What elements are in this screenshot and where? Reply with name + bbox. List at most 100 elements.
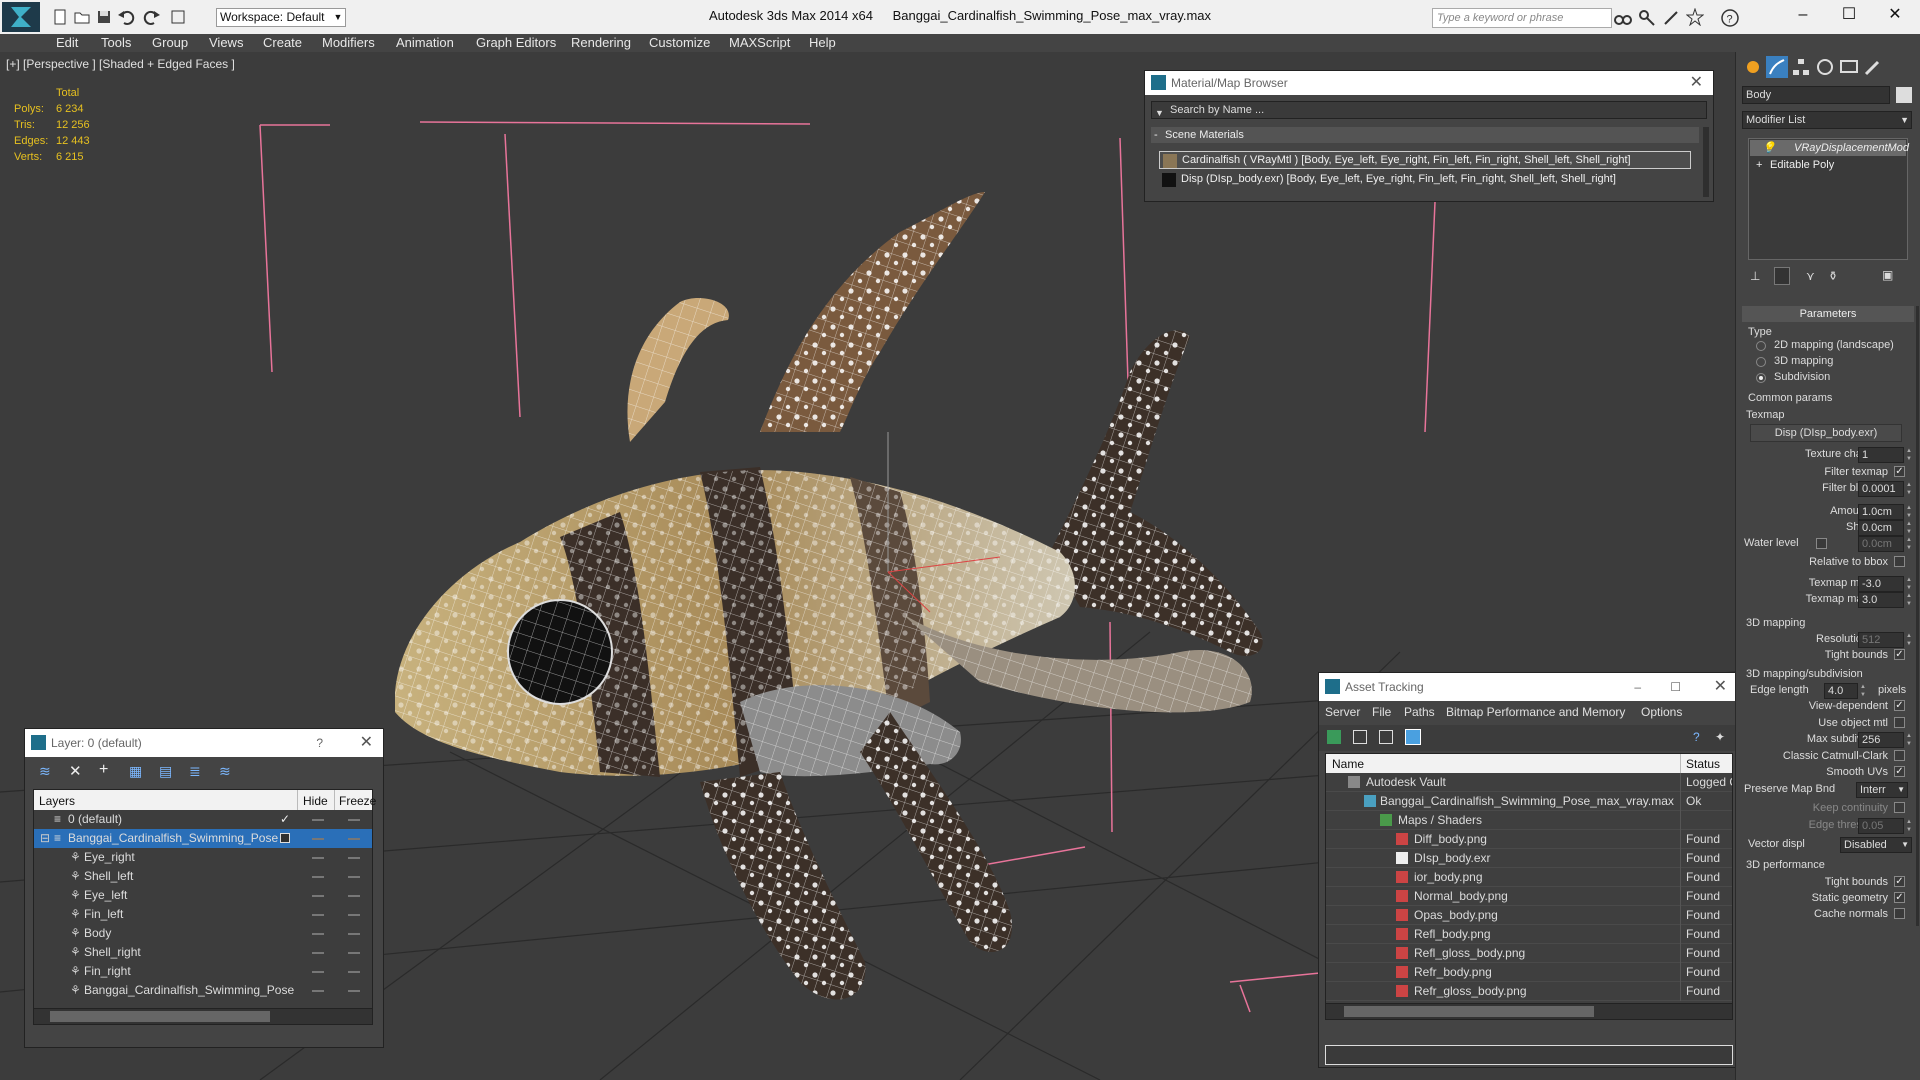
spinner-arrows-icon[interactable]: ▲ ▼ — [1906, 592, 1914, 608]
view-dependent-checkbox[interactable]: ✓ — [1894, 700, 1905, 711]
save-file-icon[interactable] — [94, 7, 114, 27]
scrollbar[interactable] — [1703, 127, 1709, 197]
table-row[interactable]: Maps / Shaders — [1326, 811, 1732, 830]
table-row[interactable]: DIsp_body.exr Found — [1326, 849, 1732, 868]
filter-blur-input[interactable]: 0.0001 — [1858, 481, 1904, 497]
scrollbar-thumb[interactable] — [50, 1011, 270, 1022]
menu-views[interactable]: Views — [209, 35, 243, 50]
stack-item-editable-poly[interactable]: + Editable Poly — [1750, 157, 1906, 173]
remove-modifier-icon[interactable]: ⚱ — [1828, 269, 1838, 283]
layer-row[interactable]: ⚘ Fin_right — [34, 962, 372, 981]
hide-toggle[interactable] — [312, 971, 324, 973]
spinner-arrows-icon[interactable]: ▲ ▼ — [1906, 520, 1914, 536]
table-row[interactable]: Autodesk Vault Logged O — [1326, 773, 1732, 792]
column-header-freeze[interactable]: Freeze — [334, 790, 376, 810]
menu-modifiers[interactable]: Modifiers — [322, 35, 375, 50]
table-view-icon[interactable] — [1405, 729, 1421, 745]
resolution-input[interactable]: 512 — [1858, 632, 1904, 648]
undo-icon[interactable] — [116, 7, 136, 27]
menu-animation[interactable]: Animation — [396, 35, 454, 50]
menu-bitmap-performance[interactable]: Bitmap Performance and Memory — [1446, 705, 1625, 719]
spinner-arrows-icon[interactable]: ▲ ▼ — [1906, 536, 1914, 552]
spinner-arrows-icon[interactable]: ▲ ▼ — [1906, 576, 1914, 592]
command-panel-scrollbar[interactable] — [1916, 306, 1919, 926]
close-icon[interactable]: ✕ — [1690, 71, 1703, 95]
texture-chan-input[interactable]: 1 — [1858, 447, 1904, 463]
motion-tab-icon[interactable] — [1814, 56, 1836, 78]
hold-icon[interactable] — [168, 7, 188, 27]
viewport-label[interactable]: [+] [Perspective ] [Shaded + Edged Faces… — [6, 57, 235, 71]
edge-length-input[interactable]: 4.0 — [1824, 683, 1858, 699]
hide-toggle[interactable] — [312, 952, 324, 954]
table-row[interactable]: ior_body.png Found — [1326, 868, 1732, 887]
filter-icon[interactable]: ▼ — [1155, 105, 1164, 121]
layer-row[interactable]: ⚘ Eye_right — [34, 848, 372, 867]
menu-help[interactable]: Help — [809, 35, 836, 50]
panel-title-bar[interactable]: Layer: 0 (default) ? ✕ — [25, 729, 383, 757]
table-row[interactable]: Diff_body.png Found — [1326, 830, 1732, 849]
radio-subdivision[interactable] — [1756, 373, 1766, 383]
spinner-arrows-icon[interactable]: ▲ ▼ — [1906, 504, 1914, 520]
modify-tab-icon[interactable] — [1766, 56, 1788, 78]
table-row[interactable]: Refl_gloss_body.png Found — [1326, 944, 1732, 963]
make-unique-icon[interactable]: ⋎ — [1806, 269, 1815, 283]
texmap-button[interactable]: Disp (DIsp_body.exr) — [1750, 424, 1902, 442]
horizontal-scrollbar[interactable] — [1326, 1003, 1732, 1019]
expand-icon[interactable]: ⊟ — [40, 829, 50, 848]
hide-toggle[interactable] — [312, 857, 324, 859]
pin-stack-icon[interactable]: ⊥ — [1750, 269, 1760, 283]
lightbulb-icon[interactable]: 💡 — [1762, 140, 1776, 156]
freeze-toggle[interactable] — [348, 857, 360, 859]
menu-options[interactable]: Options — [1641, 705, 1682, 719]
create-tab-icon[interactable] — [1742, 56, 1764, 78]
water-level-input[interactable]: 0.0cm — [1858, 536, 1904, 552]
menu-graph-editors[interactable]: Graph Editors — [476, 35, 556, 50]
close-icon[interactable]: ✕ — [1714, 673, 1727, 701]
amount-input[interactable]: 1.0cm — [1858, 504, 1904, 520]
delete-layer-icon[interactable]: ✕ — [69, 762, 82, 780]
menu-group[interactable]: Group — [152, 35, 188, 50]
menu-customize[interactable]: Customize — [649, 35, 710, 50]
menu-server[interactable]: Server — [1325, 705, 1360, 719]
utilities-tab-icon[interactable] — [1862, 56, 1884, 78]
freeze-toggle[interactable] — [348, 971, 360, 973]
hide-toggle[interactable] — [312, 990, 324, 992]
column-header-status[interactable]: Status — [1680, 754, 1720, 773]
table-row[interactable]: Opas_body.png Found — [1326, 906, 1732, 925]
freeze-toggle[interactable] — [348, 952, 360, 954]
key-icon[interactable] — [1638, 9, 1656, 27]
keep-continuity-checkbox[interactable] — [1894, 802, 1905, 813]
table-row[interactable]: Refr_body.png Found — [1326, 963, 1732, 982]
edge-thresh-input[interactable]: 0.05 — [1858, 818, 1904, 834]
minimize-button[interactable]: – — [1780, 0, 1826, 30]
panel-title-bar[interactable]: Material/Map Browser ✕ — [1145, 71, 1713, 95]
freeze-toggle[interactable] — [348, 819, 360, 821]
vector-displ-dropdown[interactable]: Disabled ▼ — [1840, 837, 1912, 853]
layer-row[interactable]: ⚘ Shell_right — [34, 943, 372, 962]
water-level-checkbox[interactable] — [1816, 538, 1827, 549]
binoculars-icon[interactable] — [1614, 9, 1632, 27]
menu-maxscript[interactable]: MAXScript — [729, 35, 790, 50]
column-header-hide[interactable]: Hide — [297, 790, 328, 810]
hide-toggle[interactable] — [312, 819, 324, 821]
freeze-toggle[interactable] — [348, 838, 360, 840]
hide-toggle[interactable] — [312, 876, 324, 878]
spinner-arrows-icon[interactable]: ▲ ▼ — [1906, 481, 1914, 497]
help-icon[interactable]: ? — [1693, 730, 1707, 744]
help-button[interactable]: ? — [316, 729, 323, 757]
perf-tight-bounds-checkbox[interactable]: ✓ — [1894, 876, 1905, 887]
layer-row[interactable]: ⚘ Body — [34, 924, 372, 943]
scene-materials-section[interactable]: - Scene Materials — [1151, 127, 1699, 143]
column-header-name[interactable]: Name — [1332, 757, 1364, 771]
spinner-arrows-icon[interactable]: ▲ ▼ — [1860, 683, 1868, 699]
table-row[interactable]: Normal_body.png Found — [1326, 887, 1732, 906]
table-row[interactable]: Refr_gloss_body.png Found — [1326, 982, 1732, 1001]
add-to-layer-icon[interactable]: + — [99, 761, 108, 779]
layer-row[interactable]: ≡ 0 (default) ✓ — [34, 810, 372, 829]
menu-create[interactable]: Create — [263, 35, 302, 50]
menu-paths[interactable]: Paths — [1404, 705, 1435, 719]
texmap-max-input[interactable]: 3.0 — [1858, 592, 1904, 608]
display-tab-icon[interactable] — [1838, 56, 1860, 78]
workspace-dropdown[interactable]: Workspace: Default ▼ — [216, 8, 346, 27]
radio-2d-mapping[interactable] — [1756, 341, 1766, 351]
